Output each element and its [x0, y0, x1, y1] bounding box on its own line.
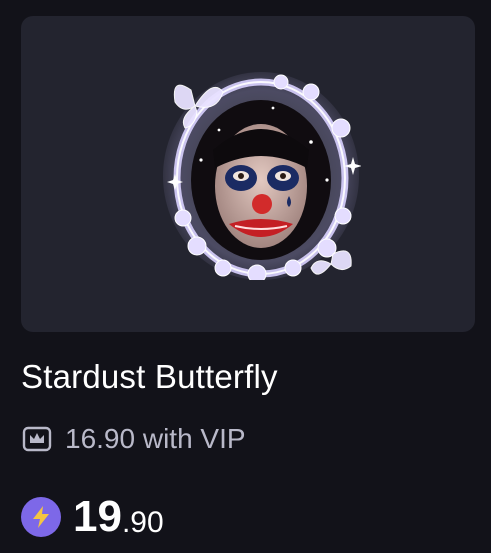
price-row: 19 .90 [21, 491, 164, 543]
product-title: Stardust Butterfly [21, 358, 278, 395]
vip-price-text: 16.90 with VIP [65, 423, 246, 454]
price-integer: 19 [73, 492, 122, 541]
avatar-frame-preview [161, 68, 361, 280]
product-card[interactable]: Stardust Butterfly 16.90 with VIP 19 .90 [0, 0, 491, 553]
price-decimal: .90 [121, 506, 164, 539]
lightning-coin-icon [21, 497, 61, 537]
crown-icon [21, 423, 53, 455]
vip-price-row: 16.90 with VIP [21, 421, 246, 457]
preview-panel[interactable] [21, 16, 475, 332]
stardust-butterfly-frame-image [163, 72, 361, 280]
